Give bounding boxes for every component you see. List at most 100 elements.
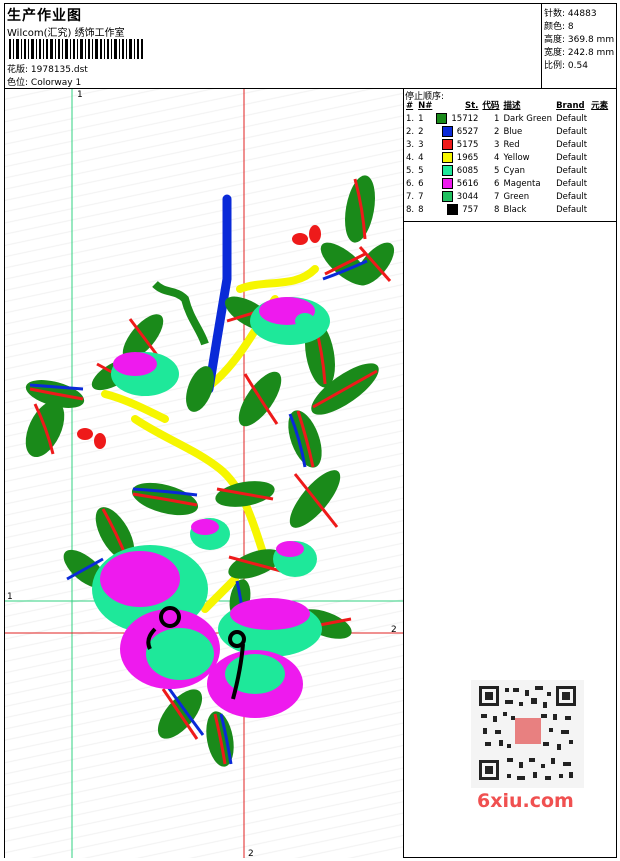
row-needle: 2 (418, 127, 424, 137)
table-row: 7. 7 3044 7 Green Default (404, 191, 610, 204)
row-index: 5. (406, 166, 415, 176)
row-code: 5 (494, 166, 500, 176)
row-index: 4. (406, 153, 415, 163)
row-stitches: 1965 (434, 152, 480, 165)
pattern-label: 花版: (7, 65, 29, 75)
row-brand: Default (556, 179, 588, 189)
row-stitches: 5175 (434, 139, 480, 152)
col-element: 元素 (591, 101, 609, 111)
guide-marker-bottom: 2 (248, 849, 254, 858)
row-index: 6. (406, 179, 415, 189)
row-index: 3. (406, 140, 415, 150)
row-code: 8 (494, 205, 500, 215)
guide-marker-right: 2 (391, 625, 397, 635)
color-swatch (441, 139, 453, 150)
row-code: 1 (494, 114, 500, 124)
table-row: 6. 6 5616 6 Magenta Default (404, 178, 610, 191)
row-brand: Default (556, 153, 588, 163)
row-code: 2 (494, 127, 500, 137)
flower-top-left (111, 352, 179, 396)
row-element (589, 152, 610, 165)
row-description: Cyan (503, 166, 525, 176)
row-needle: 4 (418, 153, 424, 163)
row-needle: 1 (418, 114, 424, 124)
qr-code-image (471, 680, 584, 788)
color-swatch (436, 113, 448, 124)
row-stitches: 757 (434, 204, 480, 217)
stat-stitches: 针数: 44883 (544, 9, 597, 19)
color-swatch (441, 165, 453, 176)
row-stitches: 15712 (434, 113, 480, 126)
color-swatch (441, 178, 453, 189)
row-code: 4 (494, 153, 500, 163)
color-swatch (441, 191, 453, 202)
stop-sequence-panel: 停止顺序: # N# St. 代码 描述 Brand 元素 1. 1 15712 1 D… (404, 89, 617, 222)
row-element (589, 139, 610, 152)
row-description: Magenta (503, 179, 541, 189)
large-flower-right (207, 598, 322, 718)
row-index: 2. (406, 127, 415, 137)
row-stitches: 6085 (434, 165, 480, 178)
stat-scale: 比例: 0.54 (544, 61, 588, 71)
embroidery-design: 1 1 2 2 (5, 89, 403, 858)
colorway-label: 色位: (7, 78, 29, 88)
stat-width: 宽度: 242.8 mm (544, 48, 615, 58)
embroidery-design-area: 1 1 2 2 (5, 89, 404, 858)
row-stitches: 3044 (434, 191, 480, 204)
row-index: 1. (406, 114, 415, 124)
row-element (589, 204, 610, 217)
stat-colors: 颜色: 8 (544, 22, 574, 32)
row-brand: Default (556, 166, 588, 176)
colorway-line: 色位: Colorway 1 (7, 75, 81, 88)
stop-sequence-table: # N# St. 代码 描述 Brand 元素 1. 1 15712 1 Dark Gr… (404, 100, 610, 217)
col-description: 描述 (503, 101, 521, 111)
row-description: Dark Green (503, 114, 553, 124)
pattern-value: 1978135.dst (30, 65, 88, 75)
row-description: Green (503, 192, 530, 202)
guide-marker-left: 1 (7, 592, 13, 602)
row-stitches: 5616 (434, 178, 480, 191)
guide-marker-top: 1 (77, 90, 83, 100)
large-flower-left (92, 545, 220, 689)
company-name: Wilcom(汇究) 绣饰工作室 (7, 28, 125, 39)
row-index: 8. (406, 205, 415, 215)
color-swatch (441, 152, 453, 163)
col-needle: N# (418, 101, 433, 111)
pattern-line: 花版: 1978135.dst (7, 62, 88, 75)
table-row: 8. 8 757 8 Black Default (404, 204, 610, 217)
stat-height: 高度: 369.8 mm (544, 35, 615, 45)
qr-code (471, 680, 584, 788)
row-brand: Default (556, 205, 588, 215)
flower-top-right (250, 297, 330, 345)
col-brand: Brand (556, 101, 585, 111)
row-description: Yellow (503, 153, 530, 163)
row-brand: Default (556, 127, 588, 137)
row-description: Blue (503, 127, 523, 137)
stats-box: 针数: 44883 颜色: 8 高度: 369.8 mm 宽度: 242.8 m… (541, 4, 617, 89)
table-header-row: # N# St. 代码 描述 Brand 元素 (404, 100, 610, 113)
row-stitches: 6527 (434, 126, 480, 139)
row-element (589, 178, 610, 191)
row-description: Red (503, 140, 520, 150)
watermark: 6xiu.com (477, 790, 574, 812)
row-brand: Default (556, 192, 588, 202)
col-code: 代码 (482, 101, 500, 111)
vine (152, 280, 209, 346)
col-index: # (406, 101, 414, 111)
page-title: 生产作业图 (7, 8, 82, 24)
row-code: 7 (494, 192, 500, 202)
row-needle: 3 (418, 140, 424, 150)
row-needle: 8 (418, 205, 424, 215)
row-index: 7. (406, 192, 415, 202)
barcode (9, 39, 143, 59)
table-row: 3. 3 5175 3 Red Default (404, 139, 610, 152)
row-brand: Default (556, 140, 588, 150)
table-row: 4. 4 1965 4 Yellow Default (404, 152, 610, 165)
table-row: 5. 5 6085 5 Cyan Default (404, 165, 610, 178)
qr-logo (515, 718, 541, 744)
color-swatch (447, 204, 459, 215)
row-element (589, 191, 610, 204)
row-needle: 7 (418, 192, 424, 202)
color-swatch (441, 126, 453, 137)
row-code: 3 (494, 140, 500, 150)
